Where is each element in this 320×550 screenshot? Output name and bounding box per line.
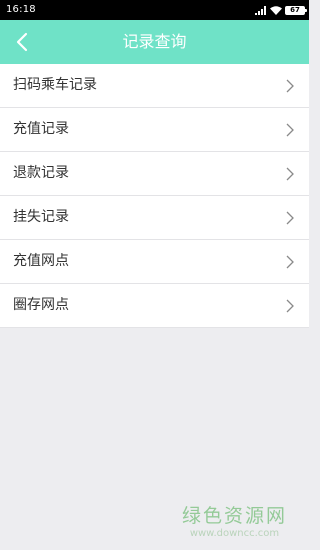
- chevron-right-icon: [286, 123, 294, 137]
- chevron-right-icon: [286, 167, 294, 181]
- watermark: 绿色资源网 www.downcc.com: [182, 504, 287, 540]
- watermark-text: 绿色资源网: [181, 505, 287, 527]
- menu-item-recharge-outlets[interactable]: 充值网点: [0, 240, 309, 284]
- chevron-right-icon: [286, 79, 294, 93]
- signal-icon: [255, 5, 267, 15]
- menu-item-label: 退款记录: [13, 165, 69, 181]
- menu-item-label: 充值网点: [13, 253, 69, 269]
- header: 记录查询: [0, 20, 309, 64]
- menu-item-label: 挂失记录: [13, 209, 69, 225]
- status-bar: 16:18 67: [0, 0, 309, 20]
- menu-item-label: 扫码乘车记录: [13, 77, 97, 93]
- wifi-icon: [270, 5, 282, 15]
- menu-item-label: 充值记录: [13, 121, 69, 137]
- menu-item-load-outlets[interactable]: 圈存网点: [0, 284, 309, 328]
- watermark-url: www.downcc.com: [189, 528, 280, 539]
- status-time: 16:18: [6, 4, 36, 15]
- menu-item-refund-records[interactable]: 退款记录: [0, 152, 309, 196]
- page-title: 记录查询: [122, 32, 187, 51]
- status-icons: 67: [255, 4, 307, 16]
- battery-icon: 67: [285, 5, 307, 15]
- menu-list: 扫码乘车记录 充值记录 退款记录 挂失记录 充值网点 圈存网点: [0, 64, 309, 328]
- menu-item-scan-ride-records[interactable]: 扫码乘车记录: [0, 64, 309, 108]
- chevron-right-icon: [286, 211, 294, 225]
- menu-item-label: 圈存网点: [13, 297, 69, 313]
- chevron-right-icon: [286, 299, 294, 313]
- chevron-right-icon: [286, 255, 294, 269]
- menu-item-recharge-records[interactable]: 充值记录: [0, 108, 309, 152]
- menu-item-loss-report-records[interactable]: 挂失记录: [0, 196, 309, 240]
